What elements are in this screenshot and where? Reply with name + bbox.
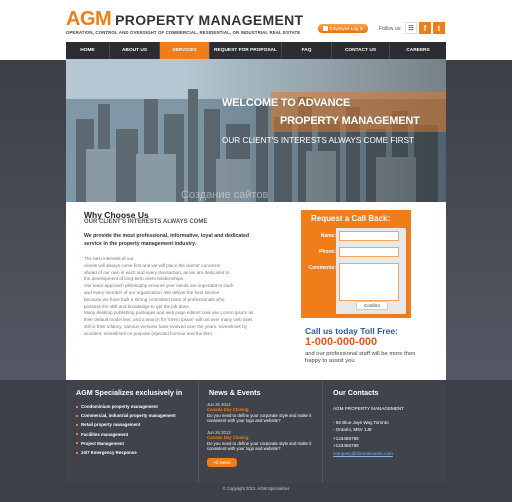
news-text: Do you need to define your corporate sty… (207, 412, 312, 424)
toll-free-number: 1-000-000-000 (305, 336, 378, 348)
logo-company-text: PROPERTY MANAGEMENT (115, 12, 304, 28)
news-title: News & Events (209, 388, 261, 397)
contacts-title: Our Contacts (333, 388, 379, 397)
body-line: the development of long-term client rela… (84, 276, 185, 282)
list-item-label: Project Management (81, 440, 124, 446)
hero-heading-line2: PROPERTY MANAGEMENT (280, 115, 420, 127)
call-back-title: Request a Call Back: (311, 214, 391, 223)
bullet-icon (76, 414, 78, 417)
employee-login-button[interactable]: Employee Log In (318, 24, 368, 33)
address-line2: - Ontario, M5V 1J8 (333, 427, 372, 432)
list-item-label: 24/7 Emergency Response (81, 450, 137, 456)
confirm-button[interactable]: Confirm (356, 301, 388, 310)
all-news-button[interactable]: All News (207, 458, 237, 467)
bullet-icon (76, 423, 78, 426)
nav-request-for-proposal[interactable]: REQUEST FOR PROPOSAL (210, 42, 282, 59)
comments-field[interactable] (339, 263, 399, 301)
main-nav: HOME ABOUT US SERVICES REQUEST FOR PROPO… (66, 42, 446, 59)
logo[interactable]: AGM PROPERTY MANAGEMENT (66, 8, 303, 30)
email-link[interactable]: company@domainname.com (333, 451, 393, 456)
call-back-labels-column (306, 228, 336, 314)
twitter-icon[interactable]: t (433, 22, 445, 34)
nav-careers[interactable]: CAREERS (390, 42, 446, 59)
name-field[interactable] (339, 231, 399, 241)
list-item-label: Facilities management (81, 431, 129, 437)
why-choose-us-body: The best interests of our clients will a… (84, 256, 274, 338)
list-item[interactable]: Condominium property management (76, 402, 176, 411)
list-item[interactable]: Retail property management (76, 420, 176, 429)
list-item-label: Condominium property management (81, 404, 158, 410)
news-text: Do you need to define your corporate sty… (207, 440, 312, 452)
address-line1: - 56 Blue Jays Way,Toronto (333, 420, 389, 425)
toll-free-title: Call us today Toll Free: (305, 326, 398, 336)
rss-icon[interactable]: ☷ (405, 22, 417, 34)
body-line: their default model text, and a search f… (84, 317, 253, 323)
nav-home[interactable]: HOME (66, 42, 110, 59)
list-item[interactable]: 24/7 Emergency Response (76, 448, 176, 457)
copyright: © Copyright 2012. AGM Specializes (222, 486, 290, 491)
body-line: The best interests of our (84, 256, 134, 261)
body-line: and every member of our organization. We… (84, 289, 220, 295)
body-line: still in their infancy. Various versions… (84, 323, 247, 329)
nav-contact-us[interactable]: CONTACT US (332, 42, 390, 59)
list-item[interactable]: Facilities management (76, 430, 176, 439)
page: AGM PROPERTY MANAGEMENT OPERATION, CONTR… (0, 0, 512, 502)
phone-label: Phone: (319, 249, 336, 255)
why-choose-us-lead: We provide the most professional, inform… (84, 233, 250, 247)
specializes-title: AGM Specializes exclusively in (76, 388, 183, 397)
nav-services[interactable]: SERVICES (160, 42, 210, 59)
body-line: accident, sometimes on purpose (injected… (84, 330, 214, 336)
nav-about-us[interactable]: ABOUT US (110, 42, 160, 59)
news-column: News & Events Jun 26 2012 Canada Day Clo… (198, 380, 322, 483)
body-line: clients will always come first and we wi… (84, 262, 220, 268)
tagline: OPERATION, CONTROL AND OVERSIGHT OF COMM… (66, 30, 301, 35)
site-header: AGM PROPERTY MANAGEMENT OPERATION, CONTR… (0, 0, 512, 42)
main-content: Why Choose Us OUR CLIENT'S INTERESTS ALW… (66, 202, 446, 380)
bullet-icon (76, 433, 78, 436)
list-item-label: Commercial, industrial property manageme… (81, 413, 176, 419)
body-line: possess the skill and knowledge to get t… (84, 303, 191, 309)
list-item-label: Retail property management (81, 422, 141, 428)
hero-subheading: OUR CLIENT'S INTERESTS ALWAYS COME FIRST (222, 136, 415, 145)
bullet-icon (76, 405, 78, 408)
phone-2: +123456789 (333, 443, 359, 448)
lock-icon (322, 26, 328, 31)
watermark-text: Создание сайтов (181, 189, 269, 201)
name-label: Name: (320, 233, 336, 239)
contacts-column: Our Contacts AGM PROPERTY MANAGEMENT - 5… (322, 380, 446, 483)
news-item[interactable]: Jun 26 2012 Canada Day Closing Do you ne… (207, 402, 319, 424)
why-choose-us-subtitle: OUR CLIENT'S INTERESTS ALWAYS COME (84, 219, 208, 225)
call-back-form: Request a Call Back: Name: Phone: Commen… (301, 210, 411, 318)
list-item[interactable]: Commercial, industrial property manageme… (76, 411, 176, 420)
follow-us-label: Follow us: (379, 26, 402, 32)
specializes-list: Condominium property management Commerci… (76, 402, 176, 457)
body-line: Many desktop publishing packages and web… (84, 310, 254, 316)
company-name: AGM PROPERTY MANAGEMENT (333, 406, 405, 411)
phone-field[interactable] (339, 247, 399, 257)
toll-free-description: and our professional staff will be more … (305, 351, 416, 364)
facebook-icon[interactable]: f (419, 22, 431, 34)
employee-login-label: Employee Log In (329, 26, 364, 31)
body-line: ahead of our own in each and every trans… (84, 269, 230, 275)
hero-banner: WELCOME TO ADVANCE PROPERTY MANAGEMENT O… (66, 59, 446, 202)
nav-faq[interactable]: FAQ (282, 42, 332, 59)
phone-1: +123456789 (333, 436, 359, 441)
body-line: because we have built a strong committed… (84, 296, 225, 302)
hero-heading-line1: WELCOME TO ADVANCE (222, 97, 351, 109)
comments-label: Comments: (308, 265, 336, 271)
specializes-column: AGM Specializes exclusively in Condomini… (66, 380, 198, 483)
list-item[interactable]: Project Management (76, 439, 176, 448)
logo-agm-text: AGM (66, 8, 112, 30)
bullet-icon (76, 451, 78, 454)
news-item[interactable]: Jun 26 2012 Canada Day Closing Do you ne… (207, 430, 319, 452)
bullet-icon (76, 442, 78, 445)
body-line: Our team-approach philosophy ensures you… (84, 283, 234, 289)
footer: AGM Specializes exclusively in Condomini… (66, 380, 446, 483)
